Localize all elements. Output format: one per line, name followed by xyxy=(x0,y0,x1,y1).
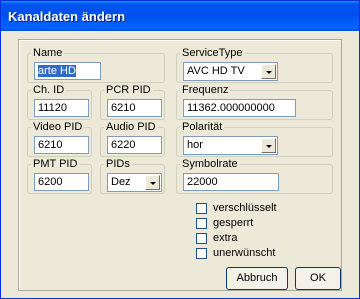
title-bar[interactable]: Kanaldaten ändern xyxy=(1,1,359,31)
frequenz-label: Frequenz xyxy=(180,83,231,97)
polaritaet-select[interactable]: hor xyxy=(183,136,278,155)
ok-button[interactable]: OK xyxy=(295,267,341,290)
audio-pid-group: Audio PID 6220 xyxy=(100,120,165,157)
frequenz-field[interactable]: 11362.000000000 xyxy=(183,99,296,117)
name-label: Name xyxy=(31,46,65,60)
service-type-value: AVC HD TV xyxy=(187,65,245,77)
video-pid-label: Video PID xyxy=(31,120,85,134)
ch-id-value: 11120 xyxy=(38,102,67,114)
pids-select[interactable]: Dez xyxy=(107,173,162,192)
pcr-pid-label: PCR PID xyxy=(104,83,153,97)
pcr-pid-value: 6210 xyxy=(111,102,136,114)
chevron-down-icon[interactable] xyxy=(261,138,276,153)
video-pid-group: Video PID 6210 xyxy=(27,120,92,157)
chevron-down-icon[interactable] xyxy=(145,175,160,190)
checkbox-box[interactable] xyxy=(196,218,207,229)
dialog-window: Kanaldaten ändern Name arte HD ServiceTy… xyxy=(0,0,360,299)
service-type-select[interactable]: AVC HD TV xyxy=(183,62,278,81)
checkbox-label: extra xyxy=(213,232,238,244)
checkbox-label: unerwünscht xyxy=(213,247,276,259)
pcr-pid-field[interactable]: 6210 xyxy=(107,99,162,117)
checkbox-label: verschlüsselt xyxy=(213,202,277,214)
polaritaet-label: Polarität xyxy=(180,120,225,134)
service-type-label: ServiceType xyxy=(180,46,245,60)
polaritaet-group: Polarität hor xyxy=(176,120,333,157)
chevron-down-icon[interactable] xyxy=(261,64,276,79)
pids-label: PIDs xyxy=(104,157,132,171)
pmt-pid-group: PMT PID 6200 xyxy=(27,157,92,194)
checkbox-box[interactable] xyxy=(196,203,207,214)
symbolrate-field[interactable]: 22000 xyxy=(183,173,279,191)
video-pid-field[interactable]: 6210 xyxy=(34,136,89,154)
pcr-pid-group: PCR PID 6210 xyxy=(100,83,165,120)
service-type-group: ServiceType AVC HD TV xyxy=(176,46,333,83)
channel-data-panel: Name arte HD ServiceType AVC HD TV Ch. I… xyxy=(18,39,342,291)
audio-pid-field[interactable]: 6220 xyxy=(107,136,162,154)
pmt-pid-field[interactable]: 6200 xyxy=(34,173,89,191)
audio-pid-value: 6220 xyxy=(111,139,136,151)
frequenz-group: Frequenz 11362.000000000 xyxy=(176,83,333,120)
ch-id-field[interactable]: 11120 xyxy=(34,99,89,117)
symbolrate-group: Symbolrate 22000 xyxy=(176,157,333,194)
checkbox-box[interactable] xyxy=(196,233,207,244)
pmt-pid-value: 6200 xyxy=(38,176,63,188)
name-value: arte HD xyxy=(38,65,76,77)
video-pid-value: 6210 xyxy=(38,139,63,151)
ch-id-label: Ch. ID xyxy=(31,83,67,97)
pids-value: Dez xyxy=(111,176,131,188)
audio-pid-label: Audio PID xyxy=(104,120,158,134)
window-title: Kanaldaten ändern xyxy=(8,9,126,24)
name-group: Name arte HD xyxy=(27,46,165,83)
pids-group: PIDs Dez xyxy=(100,157,165,194)
polaritaet-value: hor xyxy=(187,139,203,151)
symbolrate-value: 22000 xyxy=(187,176,218,188)
cancel-button[interactable]: Abbruch xyxy=(226,267,288,290)
checkbox-box[interactable] xyxy=(196,248,207,259)
symbolrate-label: Symbolrate xyxy=(180,157,240,171)
pmt-pid-label: PMT PID xyxy=(31,157,80,171)
frequenz-value: 11362.000000000 xyxy=(187,102,275,114)
ch-id-group: Ch. ID 11120 xyxy=(27,83,92,120)
name-field[interactable]: arte HD xyxy=(34,62,101,80)
checkbox-label: gesperrt xyxy=(213,217,254,229)
